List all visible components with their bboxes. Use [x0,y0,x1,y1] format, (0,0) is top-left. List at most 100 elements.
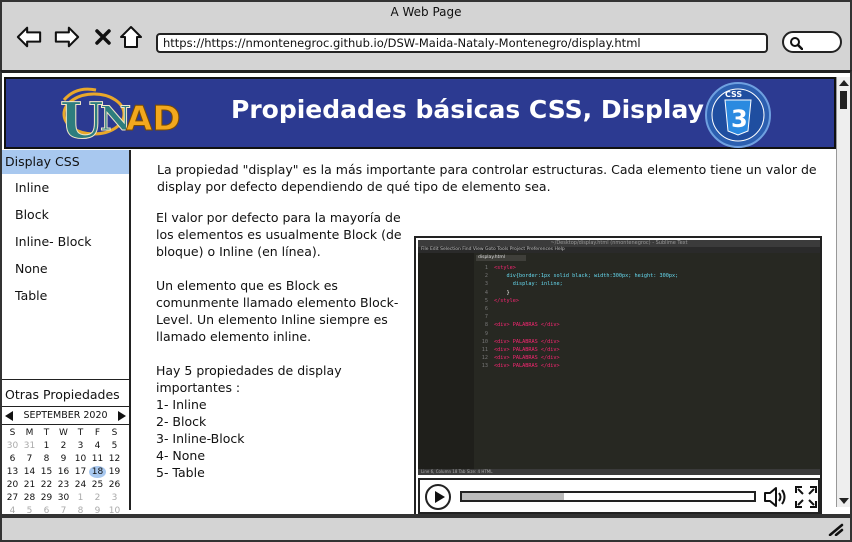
play-button[interactable] [425,484,451,510]
sidebar-item-inline[interactable]: Inline [2,174,129,201]
calendar-day[interactable]: 7 [21,453,38,465]
editor-title: ~/Desktop/display.html (nmontenegroc) - … [418,240,820,247]
sidebar-menu: Display CSS Inline Block Inline- Block N… [2,150,129,380]
calendar-day[interactable]: 4 [4,505,21,514]
calendar-day[interactable]: 10 [106,505,123,514]
calendar-day[interactable]: 27 [4,492,21,504]
sidebar-header[interactable]: Display CSS [2,150,129,174]
calendar-day[interactable]: 7 [55,505,72,514]
resize-grip-icon[interactable] [828,522,844,536]
calendar-day[interactable]: 22 [38,479,55,491]
svg-text:CSS: CSS [725,90,742,99]
calendar-day[interactable]: 17 [72,466,89,478]
calendar-weekday: T [43,428,50,438]
calendar-day[interactable]: 21 [21,479,38,491]
sidebar-item-block[interactable]: Block [2,201,129,228]
line-number: 3 [484,281,488,288]
calendar-day[interactable]: 2 [89,492,106,504]
calendar-day[interactable]: 19 [106,466,123,478]
calendar-day[interactable]: 28 [21,492,38,504]
vertical-scrollbar[interactable] [836,77,850,507]
line-text: <div> PALABRAS </div> [494,322,560,329]
sidebar-item-none[interactable]: None [2,255,129,282]
progress-bar[interactable] [460,491,756,502]
close-icon [95,29,111,45]
volume-icon[interactable] [763,485,789,509]
next-month-icon[interactable] [118,410,126,421]
calendar-day[interactable]: 6 [4,453,21,465]
code-line: 7 [478,313,678,321]
calendar-day[interactable]: 8 [38,453,55,465]
line-text: <div> PALABRAS </div> [494,355,560,362]
line-number: 2 [484,273,488,280]
scroll-down-icon[interactable] [839,498,849,504]
calendar-day[interactable]: 1 [38,440,55,452]
arrow-left-icon [16,26,42,48]
editor-code: 1 <style> 2 div{border:1px solid black; wi… [478,264,679,371]
code-line: 12 <div> PALABRAS </div> [478,354,678,362]
stop-button[interactable] [90,24,116,50]
url-bar[interactable]: https://https://nmontenegroc.github.io/D… [156,33,768,53]
calendar-weekday: S [111,428,118,438]
code-line: 4 } [478,289,678,297]
calendar-day[interactable]: 4 [89,440,106,452]
line-number: 5 [484,297,488,304]
calendar-day[interactable]: 30 [55,492,72,504]
search-box[interactable] [782,31,842,53]
editor-tab: display.html [476,255,526,261]
calendar-day[interactable]: 8 [72,505,89,514]
calendar-month: SEPTEMBER 2020 [23,410,108,421]
line-number: 11 [481,347,488,354]
calendar-day[interactable]: 10 [72,453,89,465]
home-icon [120,26,142,48]
sidebar-item-inline-block[interactable]: Inline- Block [2,228,129,255]
progress-fill [462,493,565,500]
calendar-day[interactable]: 30 [4,440,21,452]
unad-logo: U N AD [60,87,181,146]
calendar-day[interactable]: 31 [21,440,38,452]
list-item: 3- Inline-Block [156,431,245,446]
calendar-day[interactable]: 3 [72,440,89,452]
calendar-day[interactable]: 5 [106,440,123,452]
calendar-day[interactable]: 16 [55,466,72,478]
calendar-day[interactable]: 25 [89,479,106,491]
calendar-day[interactable]: 9 [55,453,72,465]
fullscreen-icon[interactable] [794,485,818,509]
svg-text:AD: AD [126,99,181,139]
scroll-up-icon[interactable] [839,80,849,86]
calendar-day[interactable]: 5 [21,505,38,514]
calendar-weekday: F [94,428,101,438]
line-number: 9 [484,330,488,337]
calendar-day[interactable]: 12 [106,453,123,465]
calendar-day[interactable]: 18 [89,466,106,478]
calendar-header: SEPTEMBER 2020 [2,407,129,425]
calendar-day[interactable]: 6 [38,505,55,514]
line-number: 7 [484,314,488,321]
calendar-day[interactable]: 13 [4,466,21,478]
sidebar-other-header[interactable]: Otras Propiedades [2,385,129,405]
line-text: <div> PALABRAS </div> [494,338,560,345]
calendar-day[interactable]: 24 [72,479,89,491]
back-button[interactable] [16,24,42,50]
scroll-thumb[interactable] [840,91,847,109]
calendar-day[interactable]: 14 [21,466,38,478]
video-player[interactable]: ~/Desktop/display.html (nmontenegroc) - … [414,236,822,514]
line-number: 4 [484,289,488,296]
sidebar: Display CSS Inline Block Inline- Block N… [2,150,131,514]
calendar-day[interactable]: 1 [72,492,89,504]
calendar-day[interactable]: 29 [38,492,55,504]
home-button[interactable] [118,24,144,50]
calendar-day[interactable]: 23 [55,479,72,491]
calendar-day[interactable]: 2 [55,440,72,452]
calendar-day[interactable]: 26 [106,479,123,491]
prev-month-icon[interactable] [5,410,13,421]
line-number: 10 [481,338,488,345]
calendar-day[interactable]: 11 [89,453,106,465]
calendar-day[interactable]: 20 [4,479,21,491]
calendar-day[interactable]: 3 [106,492,123,504]
forward-button[interactable] [54,24,80,50]
calendar-day[interactable]: 9 [89,505,106,514]
line-number: 13 [481,363,488,370]
sidebar-item-table[interactable]: Table [2,282,129,309]
calendar-day[interactable]: 15 [38,466,55,478]
